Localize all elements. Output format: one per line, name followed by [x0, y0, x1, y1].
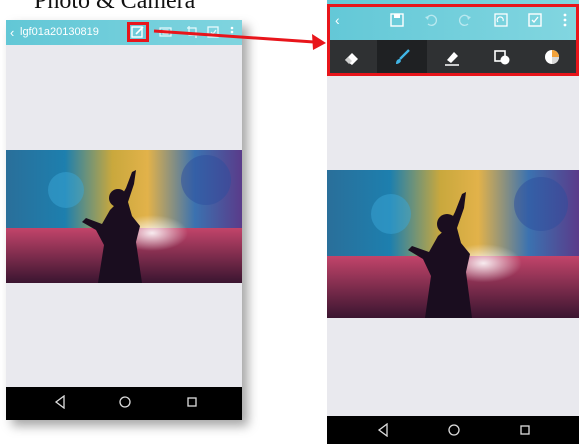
back-triangle-icon[interactable]: [377, 423, 389, 437]
edit-button[interactable]: [127, 22, 149, 42]
crop-icon[interactable]: [186, 25, 200, 39]
edit-icon: [131, 26, 144, 38]
crop-icon[interactable]: [158, 25, 174, 39]
recents-square-icon[interactable]: [186, 395, 198, 409]
back-icon[interactable]: ‹: [10, 24, 14, 41]
back-triangle-icon[interactable]: [54, 395, 66, 409]
left-top-bar: ‹ lgf01a20130819: [6, 20, 242, 45]
toolbar-highlight-frame: [327, 4, 579, 76]
home-circle-icon[interactable]: [447, 423, 461, 437]
more-vert-icon[interactable]: [230, 25, 234, 39]
photo: [327, 170, 579, 318]
caption: Photo & Camera: [34, 0, 196, 14]
left-phone-screen: ‹ lgf01a20130819: [6, 20, 242, 420]
android-nav-bar: [327, 416, 579, 444]
photo: [6, 150, 242, 283]
image-title: lgf01a20130819: [20, 26, 99, 38]
recents-square-icon[interactable]: [519, 423, 531, 437]
home-circle-icon[interactable]: [118, 395, 132, 409]
android-nav-bar: [6, 387, 242, 420]
export-icon[interactable]: [206, 25, 220, 39]
